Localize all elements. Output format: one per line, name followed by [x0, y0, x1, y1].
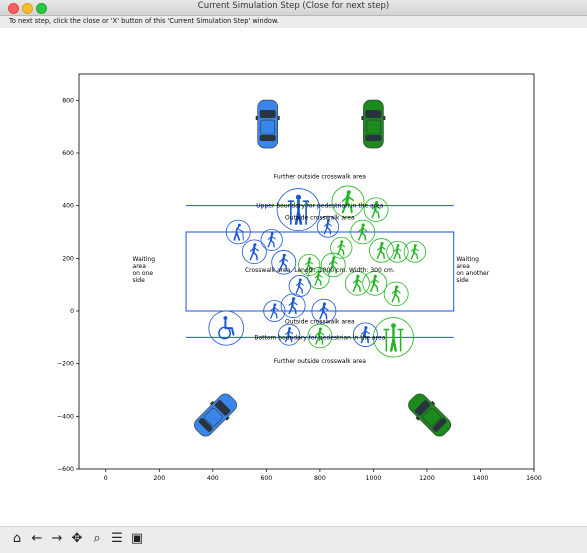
crosswalk-area-label: Crosswalk area. Length: 1000 cm. Width: …: [245, 267, 395, 274]
waiting-area-left-label: area: [133, 263, 147, 270]
pedestrian-crutches-icon: [383, 323, 404, 352]
outside-crosswalk-bottom-label: Outside crosswalk area: [285, 319, 355, 326]
x-tick-label: 1600: [526, 475, 542, 482]
x-tick-label: 200: [153, 475, 165, 482]
upper-boundary-label: Upper boundary for pedestrian in the are…: [256, 203, 384, 210]
pedestrian-walker-icon: [267, 232, 276, 248]
pedestrian-legs: [370, 283, 379, 292]
car-roof: [260, 119, 275, 135]
waiting-area-right-label: Waiting: [456, 256, 479, 263]
x-tick-label: 1400: [473, 475, 489, 482]
pedestrian-legs: [376, 250, 385, 260]
pedestrian-walker-icon: [393, 244, 402, 260]
waiting-area-right-label: side: [456, 277, 469, 284]
instruction-text: To next step, click the close or 'X' but…: [9, 17, 279, 25]
x-tick-label: 800: [314, 475, 326, 482]
home-icon[interactable]: ⌂: [9, 531, 25, 547]
y-tick-label: 200: [62, 255, 74, 262]
window-title: Current Simulation Step (Close for next …: [197, 1, 390, 11]
pedestrian-legs: [393, 251, 401, 260]
pedestrian-legs: [391, 293, 400, 303]
pedestrian-walker-icon: [337, 240, 346, 256]
pedestrian-legs: [352, 283, 361, 292]
pedestrian-legs: [267, 239, 275, 248]
car-roof: [366, 119, 381, 135]
pedestrian-head: [223, 316, 228, 320]
pedestrian-legs: [371, 209, 380, 219]
pedestrian-legs: [323, 226, 332, 235]
window-titlebar: Current Simulation Step (Close for next …: [0, 0, 587, 16]
pedestrian-head: [295, 194, 302, 200]
car-icon: [194, 393, 237, 437]
pedestrian-walker-icon: [352, 274, 362, 292]
simulation-plot: 0 200 400 600 800 1000 1200 1400 1600 −600 −400 −20…: [57, 73, 542, 482]
pedestrian-head: [237, 223, 241, 227]
bottom-boundary-label: Bottom boundary for pedestrian in the ar…: [254, 334, 385, 341]
y-tick-label: 800: [62, 97, 74, 104]
y-tick-label: 0: [70, 308, 74, 315]
pedestrian-legs: [288, 305, 297, 315]
pan-icon[interactable]: ✥: [69, 531, 85, 547]
x-tick-label: 1000: [366, 475, 382, 482]
pedestrian-body: [390, 327, 397, 352]
pedestrian-legs: [295, 285, 303, 294]
car-windshield: [259, 110, 276, 119]
waiting-area-right-label: area: [456, 263, 470, 270]
x-tick-label: 400: [207, 475, 219, 482]
waiting-area-left-label: on one: [133, 270, 154, 277]
car-icon: [361, 99, 386, 149]
x-tick-label: 0: [104, 475, 108, 482]
pedestrian-head: [391, 323, 396, 329]
pedestrian-walker-icon: [370, 274, 380, 292]
y-tick-label: −200: [57, 361, 74, 368]
zoom-icon[interactable]: ⌕: [89, 531, 105, 547]
save-figure-icon[interactable]: ▣: [129, 531, 145, 547]
pedestrian-legs: [337, 247, 345, 256]
y-tick-label: −400: [57, 413, 74, 420]
waiting-area-left-label: Waiting: [133, 256, 156, 263]
car-icon: [408, 393, 452, 437]
car-rear-window: [259, 135, 276, 142]
car-windshield: [365, 110, 382, 119]
pedestrian-walker-icon: [391, 285, 401, 303]
pedestrian-legs: [410, 251, 419, 260]
pedestrian-legs: [358, 231, 367, 241]
further-outside-bottom-label: Further outside crosswalk area: [274, 358, 367, 365]
car-mirror: [277, 116, 280, 121]
y-tick-label: −600: [57, 466, 74, 473]
forward-icon[interactable]: →: [49, 531, 65, 547]
configure-subplots-icon[interactable]: ☰: [109, 531, 125, 547]
pedestrian-legs: [249, 251, 258, 261]
pedestrian-walker-icon: [295, 278, 304, 294]
pedestrian-legs: [270, 310, 278, 319]
x-tick-label: 600: [260, 475, 272, 482]
waiting-area-left-label: side: [133, 277, 146, 284]
car-rear-window: [365, 135, 382, 142]
car-mirror: [255, 116, 258, 121]
further-outside-top-label: Further outside crosswalk area: [274, 174, 367, 181]
pedestrian-walker-icon: [249, 243, 259, 261]
car-mirror: [361, 116, 364, 121]
x-tick-label: 1200: [419, 475, 435, 482]
car-mirror: [383, 116, 386, 121]
pedestrian-walker-icon: [410, 244, 419, 260]
waiting-area-right-label: on another: [456, 270, 489, 277]
y-tick-label: 400: [62, 203, 74, 210]
navigation-toolbar: ⌂ ← → ✥ ⌕ ☰ ▣: [0, 526, 587, 553]
back-icon[interactable]: ←: [29, 531, 45, 547]
figure-canvas: 0 200 400 600 800 1000 1200 1400 1600 −600 −400 −20…: [0, 28, 587, 526]
car-icon: [255, 99, 280, 149]
outside-crosswalk-top-label: Outside crosswalk area: [285, 215, 355, 222]
pedestrian-legs: [314, 277, 322, 286]
y-tick-label: 600: [62, 150, 74, 157]
pedestrian-walker-icon: [376, 241, 386, 260]
pedestrian-wheelchair-icon: [218, 316, 235, 340]
